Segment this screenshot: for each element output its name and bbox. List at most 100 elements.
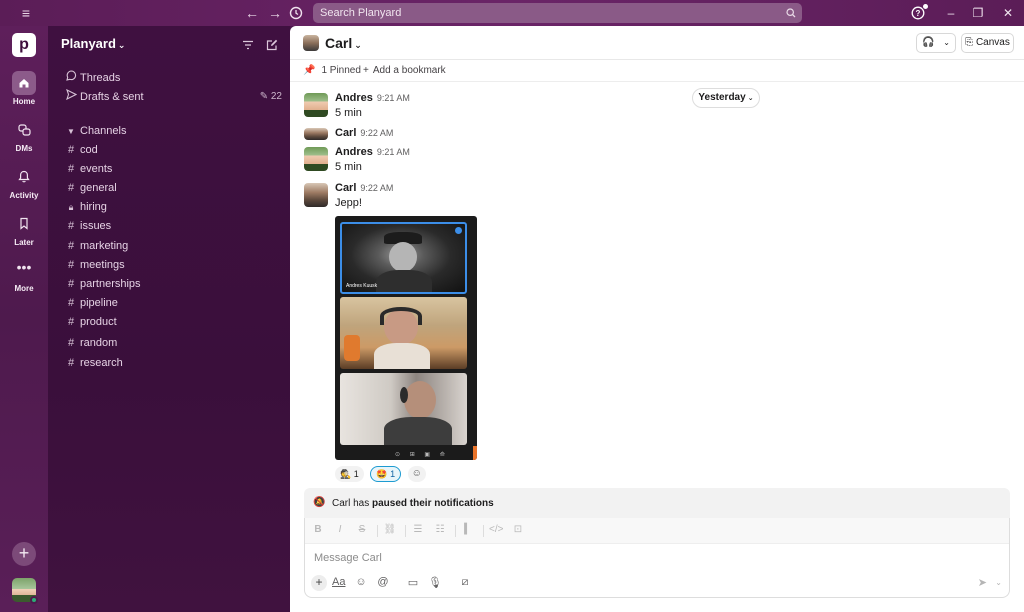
lock-icon: 🔒︎ bbox=[68, 202, 74, 212]
drafts-label: Drafts & sent bbox=[80, 91, 144, 103]
sidebar-item-issues[interactable]: # issues bbox=[62, 217, 282, 235]
message-input[interactable]: Message Carl bbox=[314, 552, 382, 564]
avatar[interactable] bbox=[304, 128, 328, 140]
strikethrough-icon[interactable]: S bbox=[355, 524, 369, 535]
headset-shape bbox=[380, 307, 422, 325]
add-reaction-icon[interactable]: ☺ bbox=[407, 466, 426, 482]
message-timestamp[interactable]: 9:22 AM bbox=[360, 183, 393, 193]
date-divider-button[interactable]: Yesterday ⌄ bbox=[692, 88, 760, 108]
threads-icon bbox=[62, 69, 80, 87]
add-bookmark-button[interactable]: + Add a bookmark bbox=[363, 65, 446, 76]
rail-dms[interactable]: DMs bbox=[0, 118, 48, 153]
channel-label: meetings bbox=[80, 259, 125, 271]
sidebar-item-threads[interactable]: Threads bbox=[62, 69, 282, 87]
sidebar-item-pipeline[interactable]: # pipeline bbox=[62, 294, 282, 312]
sidebar-item-random[interactable]: # random bbox=[62, 334, 282, 352]
online-status-dot bbox=[30, 596, 38, 604]
format-toggle-button[interactable]: Aa bbox=[332, 576, 345, 588]
more-icon: ••• bbox=[16, 259, 32, 275]
sidebar-item-product[interactable]: # product bbox=[62, 313, 282, 331]
reaction-count: 1 bbox=[353, 469, 359, 479]
hash-icon: # bbox=[67, 316, 75, 328]
sidebar-item-drafts[interactable]: Drafts & sent ✎ 22 bbox=[62, 88, 282, 106]
divider bbox=[377, 525, 378, 537]
code-icon[interactable]: </> bbox=[489, 524, 503, 535]
message-author[interactable]: Carl bbox=[335, 182, 356, 194]
sidebar-item-events[interactable]: # events bbox=[62, 160, 282, 178]
message-timestamp[interactable]: 9:22 AM bbox=[360, 128, 393, 138]
workspace-logo[interactable]: p bbox=[12, 33, 36, 57]
bulleted-list-icon[interactable]: ☷ bbox=[433, 524, 447, 535]
link-icon[interactable]: ⛓ bbox=[383, 524, 397, 535]
search-input[interactable]: Search Planyard bbox=[313, 3, 802, 23]
chevron-down-icon: ⌄ bbox=[943, 38, 950, 47]
message-timestamp[interactable]: 9:21 AM bbox=[377, 93, 410, 103]
drafts-count: ✎ 22 bbox=[259, 91, 282, 102]
sidebar-item-marketing[interactable]: # marketing bbox=[62, 237, 282, 255]
sidebar-item-research[interactable]: # research bbox=[62, 354, 282, 372]
bold-icon[interactable]: B bbox=[311, 524, 325, 535]
channel-name-button[interactable]: Carl ⌄ bbox=[325, 35, 362, 51]
mention-icon[interactable]: @ bbox=[375, 576, 391, 588]
compose-icon[interactable] bbox=[264, 37, 280, 53]
ordered-list-icon[interactable]: ☰ bbox=[411, 524, 425, 535]
formatting-toolbar: B I S ⛓ ☰ ☷ ▍ </> ⊡ bbox=[305, 518, 1009, 544]
workspace-name-button[interactable]: Planyard ⌄ bbox=[61, 36, 125, 51]
restore-window-icon[interactable]: ❐ bbox=[969, 4, 987, 22]
sidebar-item-meetings[interactable]: # meetings bbox=[62, 256, 282, 274]
sidebar-item-cod[interactable]: # cod bbox=[62, 141, 282, 159]
reaction-detective[interactable]: 🕵 1 bbox=[335, 466, 364, 482]
send-icon[interactable]: ➤ bbox=[978, 576, 987, 589]
add-new-button[interactable]: + bbox=[12, 542, 36, 566]
message-timestamp[interactable]: 9:21 AM bbox=[377, 147, 410, 157]
channels-section-header[interactable]: ▼ Channels bbox=[62, 122, 282, 140]
hash-icon: # bbox=[67, 259, 75, 271]
microphone-icon[interactable]: 🎙 bbox=[427, 576, 443, 589]
sidebar-item-partnerships[interactable]: # partnerships bbox=[62, 275, 282, 293]
user-avatar[interactable] bbox=[12, 578, 38, 604]
channel-header: Carl ⌄ 🎧 ⌄ ⎘ Canvas bbox=[290, 26, 1024, 60]
send-options-chevron-icon[interactable]: ⌄ bbox=[995, 578, 1002, 587]
avatar[interactable] bbox=[304, 147, 328, 171]
canvas-button[interactable]: ⎘ Canvas bbox=[961, 33, 1014, 53]
reaction-star-struck[interactable]: 🤩 1 bbox=[370, 466, 402, 482]
rail-more[interactable]: ••• More bbox=[0, 258, 48, 293]
caret-down-icon: ▼ bbox=[67, 127, 75, 136]
back-arrow-icon[interactable]: ← bbox=[243, 4, 261, 22]
hamburger-menu-icon[interactable]: ≡ bbox=[17, 4, 35, 22]
slash-command-icon[interactable]: ⧄ bbox=[457, 576, 473, 589]
headset-shape bbox=[400, 387, 408, 403]
attach-plus-button[interactable]: + bbox=[311, 575, 327, 591]
code-block-icon[interactable]: ⊡ bbox=[511, 524, 525, 535]
hash-icon: # bbox=[67, 337, 75, 349]
rail-home[interactable]: Home bbox=[0, 71, 48, 106]
video-call-screenshot[interactable]: Andres Kuusk ⊙ ⊞ ▣ ⟰ bbox=[335, 216, 477, 460]
threads-label: Threads bbox=[80, 72, 121, 84]
message-author[interactable]: Carl bbox=[335, 127, 356, 139]
emoji-icon[interactable]: ☺ bbox=[353, 576, 369, 588]
bookmarks-bar: 📌 1 Pinned + Add a bookmark bbox=[290, 60, 1024, 82]
hash-icon: # bbox=[67, 220, 75, 232]
history-clock-icon[interactable] bbox=[287, 4, 305, 22]
sidebar-item-general[interactable]: # general bbox=[62, 179, 282, 197]
avatar[interactable] bbox=[304, 183, 328, 207]
help-icon[interactable]: ? bbox=[909, 4, 928, 22]
message-author[interactable]: Andres bbox=[335, 92, 373, 104]
blockquote-icon[interactable]: ▍ bbox=[461, 524, 475, 535]
hash-icon: # bbox=[67, 357, 75, 369]
minimize-window-icon[interactable]: – bbox=[942, 4, 960, 22]
sidebar-item-hiring[interactable]: 🔒︎ hiring bbox=[62, 198, 282, 216]
message-author[interactable]: Andres bbox=[335, 146, 373, 158]
filter-icon[interactable] bbox=[240, 37, 256, 53]
rail-activity[interactable]: Activity bbox=[0, 165, 48, 200]
pinned-button[interactable]: 📌 1 Pinned bbox=[303, 65, 361, 76]
video-clip-icon[interactable]: ▭ bbox=[405, 576, 421, 589]
close-window-icon[interactable]: ✕ bbox=[999, 4, 1017, 22]
huddle-button[interactable]: 🎧 ⌄ bbox=[916, 33, 956, 53]
forward-arrow-icon[interactable]: → bbox=[266, 4, 284, 22]
avatar[interactable] bbox=[304, 93, 328, 117]
channel-label: pipeline bbox=[80, 297, 118, 309]
rail-activity-label: Activity bbox=[9, 191, 39, 200]
italic-icon[interactable]: I bbox=[333, 524, 347, 535]
rail-later[interactable]: Later bbox=[0, 212, 48, 247]
